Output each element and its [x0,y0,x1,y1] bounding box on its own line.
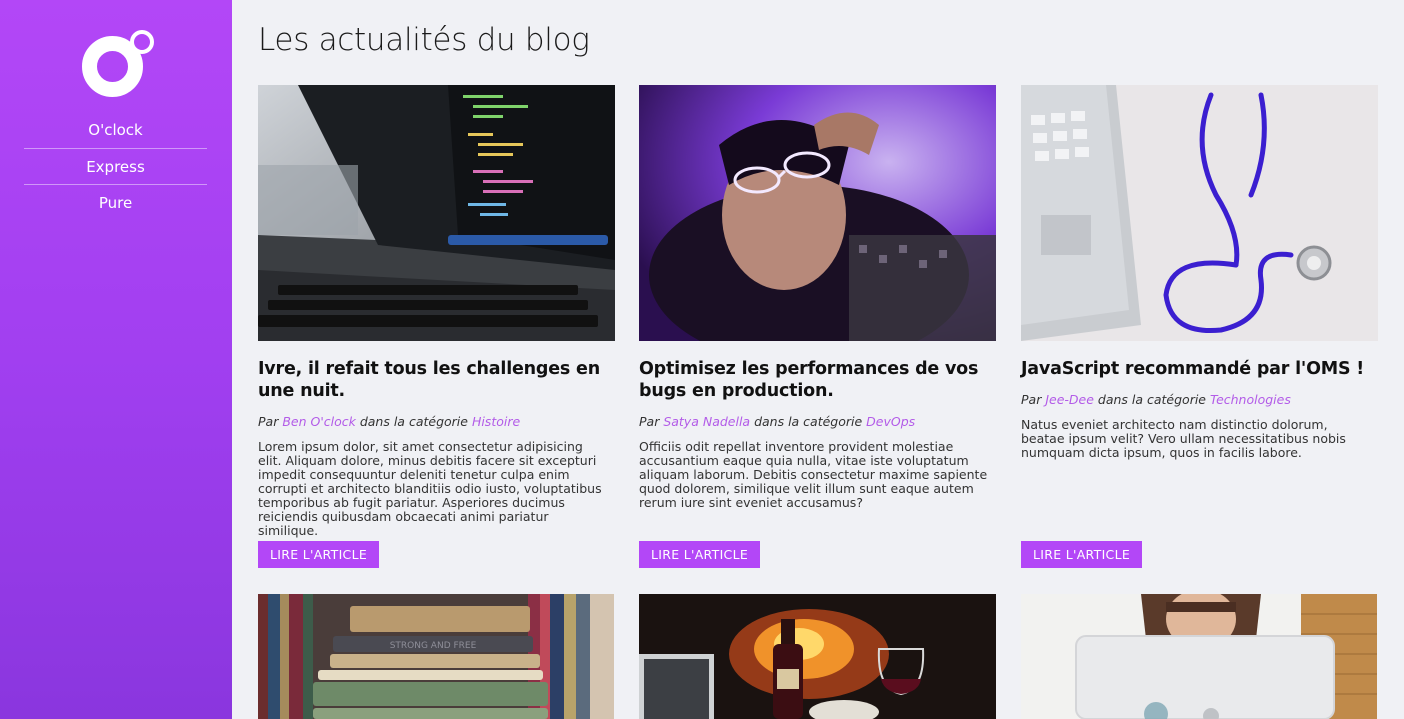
category-link[interactable]: DevOps [866,414,915,429]
oclock-logo[interactable] [82,30,154,97]
sidebar-nav: O'clock Express Pure [24,112,207,220]
sidebar-item-pure[interactable]: Pure [24,184,207,220]
read-article-button[interactable]: LIRE L'ARTICLE [258,541,380,568]
author-link[interactable]: Jee-Dee [1045,392,1094,407]
meta-category-label: dans la catégorie [1093,392,1210,407]
category-link[interactable]: Histoire [472,414,520,429]
article-title[interactable]: Optimisez les performances de vos bugs e… [639,358,996,402]
sidebar: O'clock Express Pure [0,0,232,719]
meta-category-label: dans la catégorie [355,414,472,429]
meta-by-label: Par [1021,392,1046,407]
laptop-code-image[interactable] [258,85,615,341]
sidebar-item-oclock[interactable]: O'clock [24,112,207,148]
article-excerpt: Natus eveniet architecto nam distinctio … [1021,417,1346,460]
meta-by-label: Par [639,414,664,429]
page-title: Les actualités du blog [258,22,590,58]
article-title[interactable]: Ivre, il refait tous les challenges en u… [258,358,615,402]
article-excerpt: Officiis odit repellat inventore provide… [639,439,988,510]
sidebar-item-express[interactable]: Express [24,148,207,184]
article-meta: Par Ben O'clock dans la catégorie Histoi… [258,414,615,429]
author-link[interactable]: Satya Nadella [663,414,750,429]
article-card: JavaScript recommandé par l'OMS ! Par Je… [1021,85,1378,568]
article-card: Optimisez les performances de vos bugs e… [639,85,996,568]
author-link[interactable]: Ben O'clock [282,414,356,429]
meta-by-label: Par [258,414,283,429]
person-glasses-image[interactable] [639,85,996,341]
books-image[interactable]: STRONG AND FREE [258,594,614,719]
read-article-button[interactable]: LIRE L'ARTICLE [639,541,761,568]
article-excerpt: Lorem ipsum dolor, sit amet consectetur … [258,439,602,538]
meta-category-label: dans la catégorie [750,414,867,429]
stethoscope-image[interactable] [1021,85,1378,341]
book-spine-text: STRONG AND FREE [390,641,477,651]
woman-laptop-image[interactable] [1021,594,1377,719]
article-title[interactable]: JavaScript recommandé par l'OMS ! [1021,358,1378,380]
logo-dot [130,30,154,54]
article-meta: Par Jee-Dee dans la catégorie Technologi… [1021,392,1378,407]
article-meta: Par Satya Nadella dans la catégorie DevO… [639,414,996,429]
article-card: Ivre, il refait tous les challenges en u… [258,85,615,568]
category-link[interactable]: Technologies [1210,392,1291,407]
read-article-button[interactable]: LIRE L'ARTICLE [1021,541,1143,568]
wine-fireplace-image[interactable] [639,594,996,719]
